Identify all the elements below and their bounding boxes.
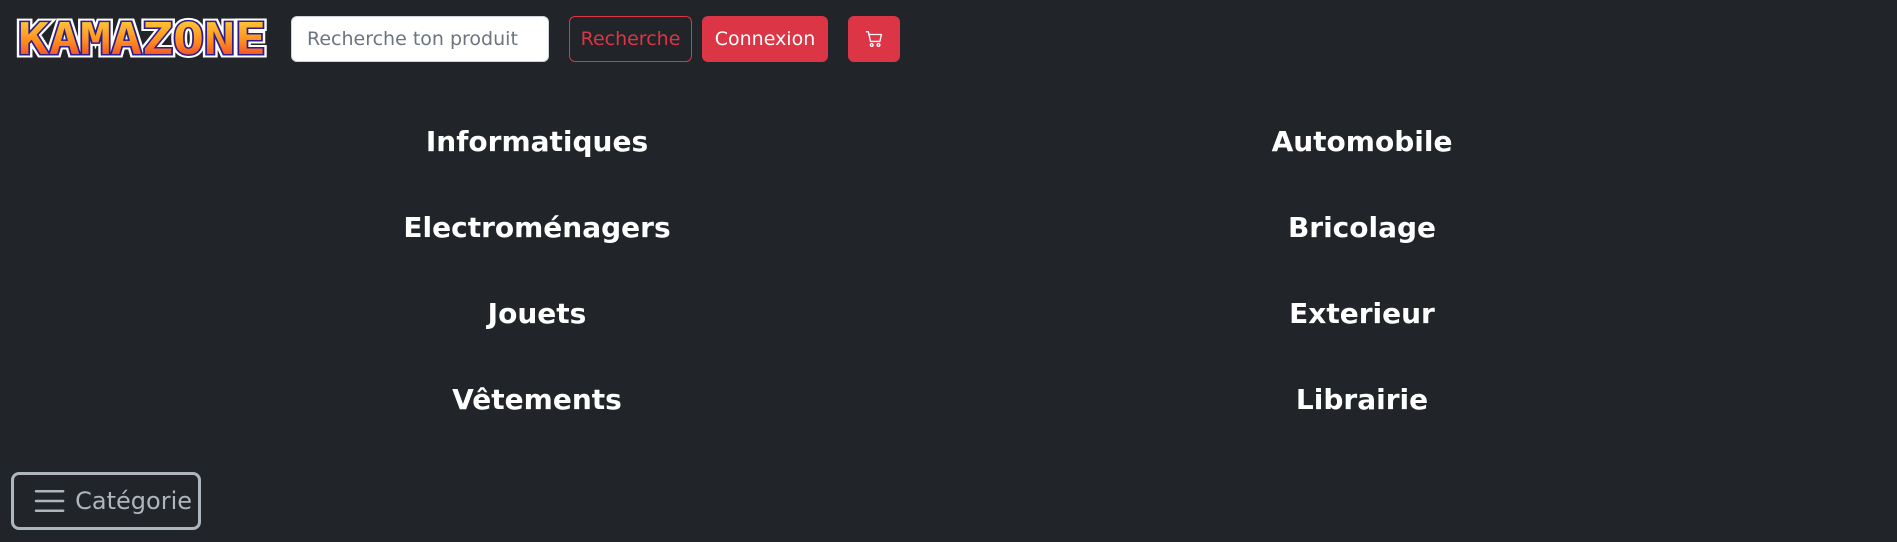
svg-text:KAMAZONE: KAMAZONE	[18, 14, 266, 64]
kamazone-logo[interactable]: KAMAZONE KAMAZONE	[14, 14, 270, 64]
menu-icon	[34, 490, 65, 512]
search-input[interactable]	[291, 16, 549, 62]
category-librairie[interactable]: Librairie	[1112, 378, 1612, 422]
top-navbar: KAMAZONE KAMAZONE Recherche Connexion	[0, 0, 1897, 80]
category-vetements[interactable]: Vêtements	[287, 378, 787, 422]
cart-button[interactable]	[848, 16, 900, 62]
category-electromenagers[interactable]: Electroménagers	[287, 206, 787, 250]
login-button[interactable]: Connexion	[702, 16, 828, 62]
category-toggle-button[interactable]: Catégorie	[11, 472, 201, 530]
category-toggle-label: Catégorie	[75, 487, 192, 515]
category-informatiques[interactable]: Informatiques	[287, 120, 787, 164]
category-exterieur[interactable]: Exterieur	[1112, 292, 1612, 336]
category-bricolage[interactable]: Bricolage	[1112, 206, 1612, 250]
category-jouets[interactable]: Jouets	[287, 292, 787, 336]
cart-icon	[865, 31, 883, 47]
category-automobile[interactable]: Automobile	[1112, 120, 1612, 164]
search-button[interactable]: Recherche	[569, 16, 692, 62]
